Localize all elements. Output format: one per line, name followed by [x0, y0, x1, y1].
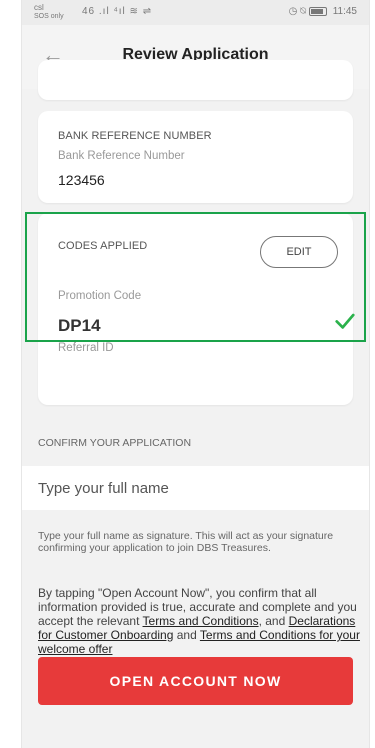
phone-screen: csl SOS only 46 .ıl ⁴ıl ≋ ⇌ ◷ ⍉ 11:45 ← … [22, 0, 369, 748]
terms-link[interactable]: Terms and Conditions [143, 614, 259, 628]
promotion-code-value: DP14 [58, 316, 101, 335]
signal-icon: 46 .ıl ⁴ıl ≋ ⇌ [82, 6, 153, 17]
terms-text: By tapping "Open Account Now", you confi… [38, 586, 360, 656]
alarm-mute-icon: ◷ ⍉ [288, 6, 307, 17]
carrier-info: csl SOS only [34, 3, 64, 21]
promotion-code-label: Promotion Code [58, 290, 142, 302]
referral-id-input[interactable] [58, 362, 342, 386]
open-account-button[interactable]: OPEN ACCOUNT NOW [38, 657, 353, 705]
bank-reference-value: 123456 [58, 172, 105, 188]
bank-reference-label: Bank Reference Number [58, 150, 185, 162]
battery-icon [308, 6, 327, 16]
check-icon [335, 313, 355, 329]
carrier-label: csl [34, 3, 44, 12]
sos-label: SOS only [34, 13, 64, 20]
edit-codes-button[interactable]: EDIT [260, 236, 338, 268]
clock: 11:45 [332, 6, 357, 17]
previous-card [38, 60, 353, 100]
bank-reference-heading: BANK REFERENCE NUMBER [58, 130, 212, 142]
signature-hint: Type your full name as signature. This w… [38, 530, 334, 554]
terms-and: and [173, 628, 200, 642]
full-name-input[interactable] [22, 466, 369, 510]
terms-mid: , and [258, 614, 289, 628]
confirm-heading: CONFIRM YOUR APPLICATION [38, 437, 192, 449]
status-bar: csl SOS only 46 .ıl ⁴ıl ≋ ⇌ ◷ ⍉ 11:45 [22, 0, 369, 25]
referral-id-label: Referral ID [58, 342, 114, 354]
status-right: ◷ ⍉ 11:45 [289, 6, 357, 17]
codes-applied-heading: CODES APPLIED [58, 240, 148, 252]
